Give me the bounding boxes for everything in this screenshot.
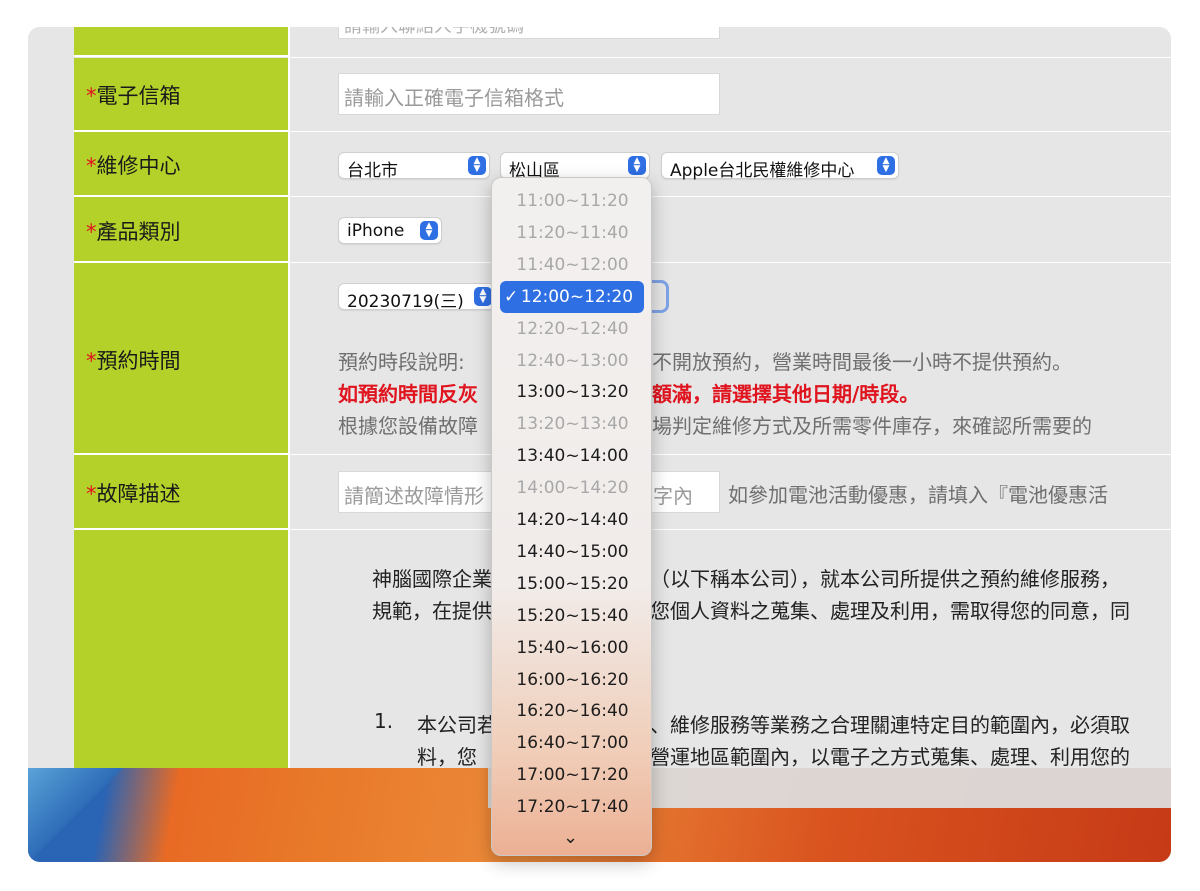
time-option[interactable]: 15:40~16:00 — [492, 632, 653, 664]
time-option: 12:20~12:40 — [516, 318, 629, 339]
note-repair-tail: 場判定維修方式及所需零件庫存，來確認所需要的 — [652, 414, 1092, 438]
label-cell-email: *電子信箱 — [74, 58, 288, 132]
product-label: *產品類別 — [86, 220, 181, 244]
email-label: *電子信箱 — [86, 84, 181, 108]
privacy-line1-head: 神腦國際企業 — [372, 567, 492, 591]
time-option[interactable]: 14:20~14:40 — [492, 504, 653, 536]
privacy-item1-tail: 、維修服務等業務之合理關連特定目的範圍內，必須取 — [650, 713, 1130, 737]
time-option[interactable]: 17:00~17:20 — [492, 759, 653, 791]
time-option[interactable]: 17:20~17:40 — [492, 791, 653, 823]
label-cell-fault: *故障描述 — [74, 455, 288, 530]
updown-chevron-icon: ▲ ▼ — [468, 156, 486, 175]
time-option[interactable]: 16:00~16:20 — [492, 664, 653, 696]
note-full-tail: 額滿，請選擇其他日期/時段。 — [652, 382, 920, 406]
wallpaper-wave — [28, 768, 168, 862]
note-time-head: 預約時段說明: — [338, 350, 465, 374]
row-separator — [288, 262, 1171, 263]
time-option[interactable]: 15:20~15:40 — [492, 600, 653, 632]
required-mark: * — [86, 220, 97, 244]
time-option: 11:00~11:20 — [516, 191, 629, 211]
fault-label: *故障描述 — [86, 482, 181, 506]
row-separator — [288, 196, 1171, 197]
time-option[interactable]: 13:00~13:20 — [492, 376, 653, 408]
time-option-label: 12:00~12:20 — [520, 286, 634, 307]
note-full-head: 如預約時間反灰 — [338, 382, 478, 406]
date-select[interactable]: 20230719(三) ▲ ▼ — [338, 283, 496, 312]
time-option[interactable]: 16:40~17:00 — [492, 727, 653, 759]
privacy-item-number: 1. — [374, 709, 394, 733]
chevron-down-icon[interactable]: ⌄ — [563, 827, 578, 848]
required-mark: * — [86, 349, 97, 373]
updown-chevron-icon: ▲ ▼ — [877, 156, 895, 175]
required-mark: * — [86, 84, 97, 108]
required-mark: * — [86, 154, 97, 178]
time-option-selected[interactable]: ✓ 12:00~12:20 — [500, 280, 644, 313]
row-separator — [288, 529, 1171, 530]
time-option: 12:40~13:00 — [516, 350, 629, 371]
time-option[interactable]: 14:40~15:00 — [492, 536, 653, 568]
time-option: 14:00~14:20 — [516, 478, 629, 499]
time-option: 11:20~11:40 — [516, 222, 629, 243]
column-divider-right — [288, 27, 290, 768]
updown-chevron-icon: ▲ ▼ — [628, 156, 646, 175]
label-cell-privacy — [74, 530, 288, 768]
appointment-label: *預約時間 — [86, 349, 181, 373]
note-repair-head: 根據您設備故障 — [338, 414, 478, 438]
row-separator — [288, 454, 1171, 455]
center-select[interactable]: Apple台北民權維修中心 ▲ ▼ — [661, 152, 899, 181]
email-field[interactable]: 請輸入正確電子信箱格式 — [338, 73, 720, 115]
label-cell-phone — [74, 27, 288, 57]
time-option: 11:40~12:00 — [516, 254, 629, 275]
product-select[interactable]: iPhone ▲ ▼ — [338, 217, 442, 244]
label-cell-center: *維修中心 — [74, 132, 288, 197]
battery-note: 如參加電池活動優惠，請填入『電池優惠活 — [728, 483, 1108, 507]
row-separator — [288, 57, 1171, 58]
time-option: 13:20~13:40 — [516, 414, 629, 435]
label-cell-appointment: *預約時間 — [74, 263, 288, 455]
time-option[interactable]: 15:00~15:20 — [492, 568, 653, 600]
time-option[interactable]: 13:40~14:00 — [492, 440, 653, 472]
district-select[interactable]: 松山區 ▲ ▼ — [500, 152, 650, 181]
phone-input[interactable]: 請輸入聯絡人手機號碼 — [338, 27, 720, 39]
updown-chevron-icon: ▲ ▼ — [474, 287, 492, 306]
privacy-line1-tail: （以下稱本公司），就本公司所提供之預約維修服務， — [650, 567, 1120, 591]
privacy-line2-head: 規範，在提供 — [372, 599, 492, 623]
privacy-line2-tail: 您個人資料之蒐集、處理及利用，需取得您的同意，同 — [650, 599, 1130, 623]
time-option[interactable]: 16:20~16:40 — [492, 695, 653, 727]
required-mark: * — [86, 482, 97, 506]
label-cell-product: *產品類別 — [74, 197, 288, 263]
updown-chevron-icon: ▲ ▼ — [420, 221, 438, 240]
city-select[interactable]: 台北市 ▲ ▼ — [338, 152, 490, 181]
privacy-item1-head: 本公司若 — [417, 713, 497, 737]
note-time-tail: 不開放預約，營業時間最後一小時不提供預約。 — [652, 350, 1072, 374]
time-dropdown-menu: 17:20~17:40 17:00~17:20 16:40~17:00 16:20~1… — [491, 177, 652, 856]
privacy-item2-tail: 營運地區範圍內，以電子之方式蒐集、處理、利用您的 — [650, 745, 1130, 769]
row-separator — [288, 131, 1171, 132]
center-label: *維修中心 — [86, 154, 181, 178]
privacy-item2-head: 料，您 — [417, 745, 477, 769]
checkmark-icon: ✓ — [504, 286, 519, 307]
